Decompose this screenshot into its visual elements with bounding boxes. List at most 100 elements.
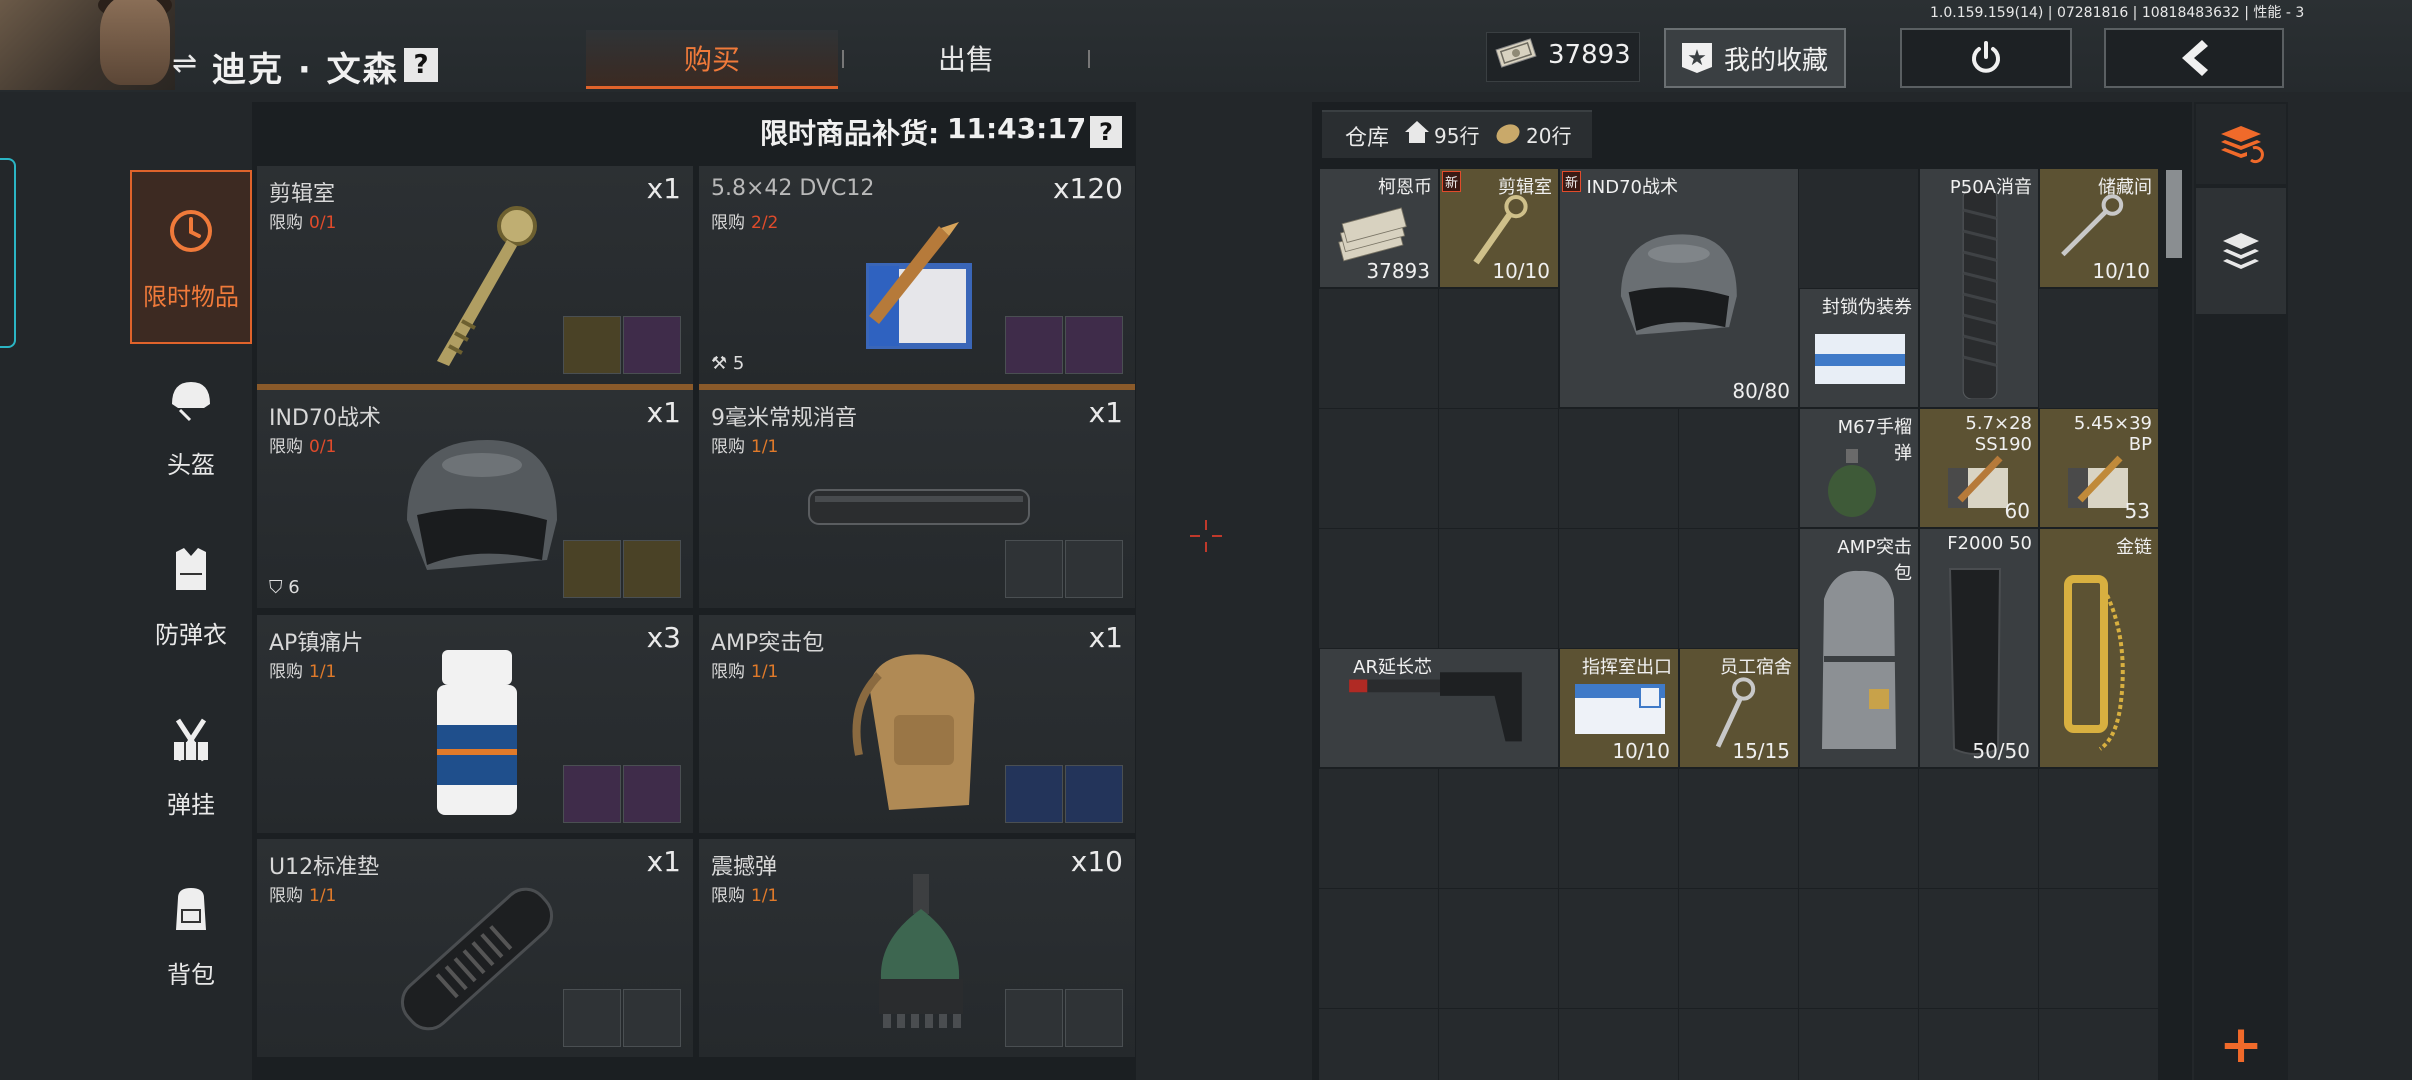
- picture-frame-icon[interactable]: [623, 316, 681, 374]
- syringe-icon[interactable]: [623, 765, 681, 823]
- favorites-button[interactable]: ★ 我的收藏: [1664, 28, 1846, 88]
- restock-timer: 11:43:17: [947, 112, 1087, 145]
- player-avatar[interactable]: [0, 0, 175, 90]
- back-arrow-icon: [2182, 40, 2208, 76]
- shop-item-card[interactable]: 剪辑室 限购 0/1 x1: [257, 166, 693, 390]
- stash-item[interactable]: 新 IND70战术 80/80: [1559, 168, 1799, 408]
- item-count: 10/10: [1492, 259, 1550, 283]
- item-name: AR延长芯: [1353, 657, 1432, 678]
- item-name: IND70战术: [1586, 177, 1678, 198]
- trophy-cup-icon[interactable]: [563, 316, 621, 374]
- shop-item-card[interactable]: AMP突击包 限购 1/1 x1: [699, 615, 1135, 833]
- horseshoe-magnet-icon[interactable]: [1005, 540, 1063, 598]
- deposit-button[interactable]: [2196, 188, 2286, 314]
- item-count: 50/50: [1972, 739, 2030, 763]
- add-button[interactable]: +: [2196, 1010, 2286, 1080]
- scrollbar[interactable]: [2166, 170, 2182, 258]
- spray-can-icon[interactable]: [1065, 989, 1123, 1047]
- version-text: 1.0.159.159(14) | 07281816 | 10818483632…: [1930, 5, 2305, 21]
- category-backpack[interactable]: 背包: [130, 850, 252, 1020]
- helmet-icon: [1620, 234, 1737, 335]
- backpack-icon: [1822, 570, 1896, 749]
- item-name: 封锁伪装券: [1822, 297, 1912, 318]
- book-icon[interactable]: [1065, 540, 1123, 598]
- shop-item-card[interactable]: AP镇痛片 限购 1/1 x3: [257, 615, 693, 833]
- stash-item[interactable]: F2000 50 50/50: [1919, 528, 2039, 768]
- item-name: 金链: [2116, 537, 2152, 558]
- tab-sell[interactable]: 出售: [846, 30, 1086, 86]
- item-quantity: x3: [646, 621, 681, 654]
- stash-item[interactable]: 指挥室出口 10/10: [1559, 648, 1679, 768]
- item-count: 60: [2004, 499, 2030, 523]
- help-icon[interactable]: ?: [404, 48, 438, 82]
- stash-item[interactable]: 员工宿舍 15/15: [1679, 648, 1799, 768]
- rangefinder-icon[interactable]: [563, 540, 621, 598]
- picture-frame-icon[interactable]: [1005, 316, 1063, 374]
- category-label: 限时物品: [143, 282, 239, 311]
- shop-item-card[interactable]: U12标准垫 限购 1/1 x1: [257, 839, 693, 1057]
- extinguisher-icon[interactable]: [1005, 989, 1063, 1047]
- help-icon[interactable]: ?: [1090, 116, 1122, 148]
- swap-character-icon[interactable]: ⇌: [172, 46, 197, 81]
- stun-grenade-icon: [879, 874, 963, 1028]
- stash-item[interactable]: AMP突击包: [1799, 528, 1919, 768]
- shop-item-card[interactable]: 震撼弹 限购 1/1 x10: [699, 839, 1135, 1057]
- stash-item[interactable]: 封锁伪装券: [1799, 288, 1919, 408]
- category-vest[interactable]: 防弹衣: [130, 510, 252, 680]
- item-quantity: x10: [1070, 845, 1123, 878]
- currency-value: 37893: [1548, 40, 1631, 70]
- gold-bar-icon[interactable]: [623, 540, 681, 598]
- stash-item[interactable]: 储藏间 10/10: [2039, 168, 2159, 288]
- spray-can-icon[interactable]: [563, 989, 621, 1047]
- item-quantity: x1: [646, 172, 681, 205]
- clock-icon: [163, 203, 219, 259]
- durability-badge: ⚒ 5: [711, 353, 745, 374]
- stash-item[interactable]: 5.7×28 SS190 60: [1919, 408, 2039, 528]
- stash-item[interactable]: 柯恩币 37893: [1319, 168, 1439, 288]
- favorites-label: 我的收藏: [1723, 45, 1828, 76]
- item-name: AP镇痛片: [269, 631, 364, 656]
- stash-item[interactable]: AR延长芯: [1319, 648, 1559, 768]
- shop-item-card[interactable]: IND70战术 限购 0/1 x1 ⛉ 6: [257, 390, 693, 608]
- category-limited[interactable]: 限时物品: [130, 170, 252, 344]
- stash-item[interactable]: 新 剪辑室 10/10: [1439, 168, 1559, 288]
- suppressor-icon: [1962, 189, 1998, 399]
- radio-icon[interactable]: [1065, 316, 1123, 374]
- item-count: 80/80: [1732, 379, 1790, 403]
- star-badge-icon: ★: [1681, 43, 1712, 73]
- horseshoe-magnet-icon[interactable]: [623, 989, 681, 1047]
- sort-stash-button[interactable]: [2196, 104, 2286, 184]
- shop-item-card[interactable]: 5.8×42 DVC12 限购 2/2 x120 ⚒ 5: [699, 166, 1135, 390]
- stack-download-icon: [2223, 233, 2259, 269]
- stash-item[interactable]: M67手榴弹: [1799, 408, 1919, 528]
- back-button[interactable]: [2104, 28, 2284, 88]
- stash-item[interactable]: P50A消音: [1919, 168, 2039, 408]
- category-helmet[interactable]: 头盔: [130, 340, 252, 510]
- category-chest-rig[interactable]: 弹挂: [130, 680, 252, 850]
- layers-refresh-icon: [2221, 126, 2264, 164]
- shop-item-card[interactable]: 9毫米常规消音 限购 1/1 x1: [699, 390, 1135, 608]
- ticket-icon: [1815, 334, 1905, 384]
- power-icon: [1972, 41, 2000, 73]
- tab-buy[interactable]: 购买: [586, 30, 838, 89]
- pill-bottle-icon: [437, 650, 517, 815]
- stash-item[interactable]: 5.45×39 BP 53: [2039, 408, 2159, 528]
- pouch-rows: 20行: [1526, 124, 1572, 148]
- buttpad-icon: [400, 887, 554, 1031]
- purchase-limit: 限购 1/1: [711, 662, 779, 682]
- item-name: M67手榴弹: [1837, 417, 1912, 464]
- pouch-icon: [1496, 124, 1520, 144]
- stash-label: 仓库: [1345, 126, 1390, 151]
- purchase-limit: 限购 2/2: [711, 213, 779, 233]
- side-drawer-handle[interactable]: [0, 158, 16, 348]
- new-tag: 新: [1442, 171, 1462, 192]
- key-icon: [1473, 195, 1528, 265]
- item-name: AMP突击包: [711, 631, 825, 656]
- stash-rows: 95行: [1434, 124, 1480, 148]
- gold-chain-icon[interactable]: [1005, 765, 1063, 823]
- stash-item[interactable]: 金链: [2039, 528, 2159, 768]
- power-button[interactable]: [1900, 28, 2072, 88]
- item-quantity: x120: [1052, 172, 1123, 205]
- paper-stack-icon[interactable]: [1065, 765, 1123, 823]
- gold-case-icon[interactable]: [563, 765, 621, 823]
